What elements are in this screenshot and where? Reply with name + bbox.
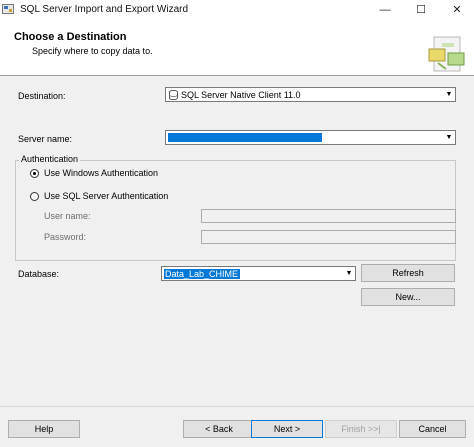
database-label: Database: bbox=[18, 269, 60, 279]
database-icon bbox=[169, 90, 178, 100]
destination-label: Destination: bbox=[18, 91, 66, 101]
server-name-label: Server name: bbox=[18, 134, 73, 144]
database-value: Data_Lab_CHIME bbox=[165, 269, 239, 279]
minimize-button[interactable]: — bbox=[370, 0, 400, 19]
authentication-legend: Authentication bbox=[19, 154, 81, 164]
database-dropdown[interactable]: Data_Lab_CHIME ▼ bbox=[161, 266, 356, 281]
close-icon: ✕ bbox=[452, 4, 462, 16]
password-input[interactable] bbox=[201, 230, 456, 244]
next-button[interactable]: Next > bbox=[251, 420, 323, 438]
destination-value: SQL Server Native Client 11.0 bbox=[181, 90, 301, 100]
sql-auth-radio[interactable] bbox=[30, 192, 39, 201]
close-button[interactable]: ✕ bbox=[442, 0, 472, 19]
cancel-button[interactable]: Cancel bbox=[399, 420, 466, 438]
wizard-header: Choose a Destination Specify where to co… bbox=[0, 19, 474, 76]
main-panel: Destination: SQL Server Native Client 11… bbox=[0, 76, 474, 406]
page-subtitle: Specify where to copy data to. bbox=[32, 46, 153, 56]
chevron-down-icon[interactable]: ▼ bbox=[443, 88, 455, 101]
chevron-down-icon[interactable]: ▼ bbox=[443, 131, 455, 144]
title-bar: SQL Server Import and Export Wizard — ☐ … bbox=[0, 0, 474, 19]
windows-auth-label[interactable]: Use Windows Authentication bbox=[44, 168, 158, 178]
page-title: Choose a Destination bbox=[14, 31, 127, 43]
help-button[interactable]: Help bbox=[8, 420, 80, 438]
database-selection: Data_Lab_CHIME bbox=[164, 269, 240, 279]
finish-button: Finish >>| bbox=[325, 420, 397, 438]
wizard-app-icon bbox=[2, 4, 14, 14]
window-title: SQL Server Import and Export Wizard bbox=[20, 4, 189, 15]
password-label: Password: bbox=[44, 232, 87, 242]
back-button[interactable]: < Back bbox=[183, 420, 255, 438]
new-database-button[interactable]: New... bbox=[361, 288, 455, 306]
destination-dropdown[interactable]: SQL Server Native Client 11.0 ▼ bbox=[165, 87, 456, 102]
minimize-icon: — bbox=[379, 3, 391, 16]
maximize-icon: ☐ bbox=[416, 4, 426, 16]
windows-auth-radio[interactable] bbox=[30, 169, 39, 178]
server-name-selection bbox=[168, 133, 322, 142]
wizard-graphic-icon bbox=[428, 36, 465, 72]
username-input[interactable] bbox=[201, 209, 456, 223]
server-name-dropdown[interactable]: ▼ bbox=[165, 130, 456, 145]
username-label: User name: bbox=[44, 211, 91, 221]
refresh-button[interactable]: Refresh bbox=[361, 264, 455, 282]
sql-auth-label[interactable]: Use SQL Server Authentication bbox=[44, 191, 168, 201]
wizard-footer: Help < Back Next > Finish >>| Cancel bbox=[0, 406, 474, 447]
chevron-down-icon[interactable]: ▼ bbox=[343, 267, 355, 280]
maximize-button[interactable]: ☐ bbox=[406, 0, 436, 19]
